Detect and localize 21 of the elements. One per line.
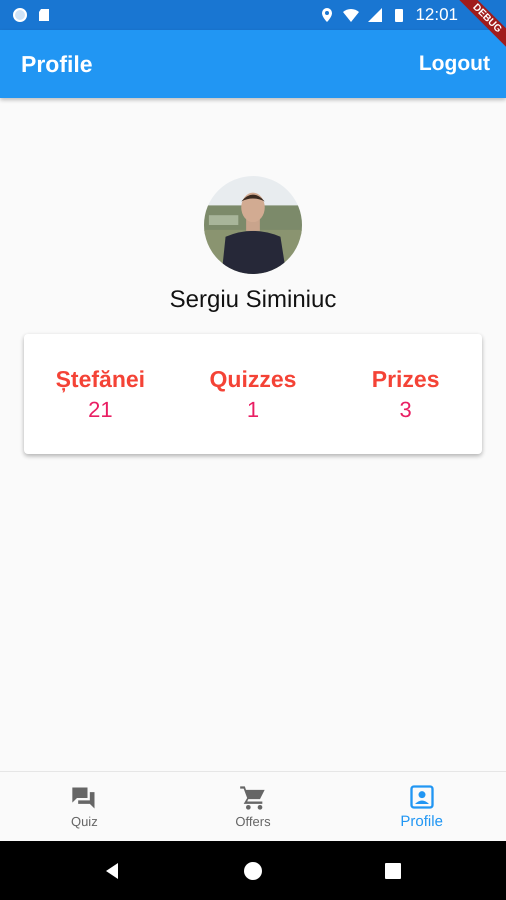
sd-card-icon — [36, 7, 52, 23]
stat-label: Prizes — [372, 366, 440, 392]
page-title: Profile — [21, 50, 93, 78]
profile-name: Sergiu Siminiuc — [170, 286, 336, 314]
nav-tab[interactable]: Profile — [337, 772, 506, 841]
clock-text: 12:01 — [415, 5, 458, 25]
contact-icon — [408, 783, 436, 811]
cart-icon — [239, 784, 267, 812]
nav-tab[interactable]: Quiz — [0, 772, 169, 841]
stat-label: Quizzes — [210, 366, 296, 392]
nav-tab[interactable]: Offers — [168, 772, 338, 841]
circle-icon — [12, 7, 28, 23]
stat-value: 1 — [246, 396, 260, 422]
home-icon[interactable] — [243, 860, 263, 880]
wifi-icon — [343, 7, 360, 23]
logout-button[interactable]: Logout — [414, 48, 494, 80]
recents-icon[interactable] — [383, 860, 403, 880]
stat-value: 3 — [400, 396, 412, 422]
stat-value: 21 — [88, 396, 113, 422]
signal-icon — [367, 7, 384, 23]
stat-label: Ștefănei — [56, 366, 146, 392]
